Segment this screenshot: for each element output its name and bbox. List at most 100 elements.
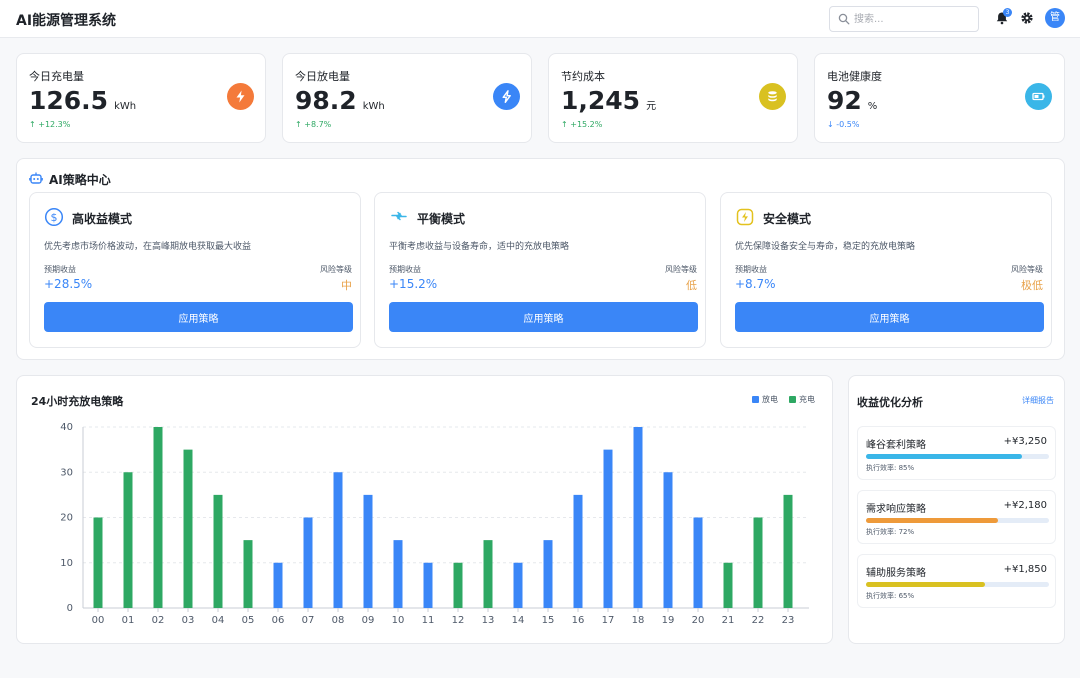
efficiency-bar	[866, 582, 985, 587]
dollar-icon: $	[44, 207, 64, 227]
strategy-desc: 优先考虑市场价格波动，在高峰期放电获取最大收益	[44, 242, 252, 252]
bar	[543, 540, 553, 608]
risk-value: 低	[686, 279, 697, 292]
y-tick-label: 30	[60, 467, 73, 478]
revenue-item-amount: +¥1,850	[1003, 564, 1047, 575]
bar	[423, 562, 433, 608]
bar	[213, 494, 223, 608]
strategy-card-balanced: 平衡模式 平衡考虑收益与设备寿命，适中的充放电策略 预期收益 风险等级 +15.…	[374, 192, 706, 348]
x-tick-label: 04	[212, 615, 225, 626]
x-tick-label: 23	[782, 615, 795, 626]
apply-strategy-button[interactable]: 应用策略	[735, 302, 1044, 332]
stat-card-charge: 今日充电量 126.5 kWh ↑ +12.3%	[16, 53, 266, 143]
x-tick-label: 22	[752, 615, 765, 626]
stat-value: 98.2 kWh	[295, 86, 385, 115]
strategy-desc: 平衡考虑收益与设备寿命，适中的充放电策略	[389, 242, 570, 252]
bar	[93, 517, 103, 608]
bar	[783, 494, 793, 608]
income-value: +28.5%	[44, 277, 93, 291]
apply-strategy-button[interactable]: 应用策略	[389, 302, 698, 332]
strategy-card-high-yield: $ 高收益模式 优先考虑市场价格波动，在高峰期放电获取最大收益 预期收益 风险等…	[29, 192, 361, 348]
avatar[interactable]: 管	[1045, 8, 1065, 28]
bar	[513, 562, 523, 608]
efficiency-track	[866, 582, 1049, 587]
stat-card-discharge: 今日放电量 98.2 kWh ↑ +8.7%	[282, 53, 532, 143]
bar	[273, 562, 283, 608]
x-tick-label: 09	[362, 615, 375, 626]
revenue-optimization-panel: 收益优化分析 详细报告 峰谷套利策略 +¥3,250 执行效率: 85% 需求响…	[848, 375, 1065, 644]
bar	[633, 427, 643, 608]
apply-strategy-button[interactable]: 应用策略	[44, 302, 353, 332]
strategy-desc: 优先保障设备安全与寿命，稳定的充放电策略	[735, 242, 916, 252]
efficiency-text: 执行效率: 72%	[866, 528, 915, 536]
bar	[663, 472, 673, 608]
detail-report-link[interactable]: 详细报告	[1022, 395, 1054, 406]
charge-discharge-chart-panel: 24小时充放电策略 放电 充电 0 10 20 30 40 00 01 02 03 04 05 06 0…	[16, 375, 833, 644]
bar	[723, 562, 733, 608]
battery-icon	[1025, 83, 1052, 110]
x-tick-label: 02	[152, 615, 165, 626]
x-tick-label: 15	[542, 615, 555, 626]
x-tick-label: 03	[182, 615, 195, 626]
bar	[303, 517, 313, 608]
x-tick-label: 19	[662, 615, 675, 626]
x-tick-label: 08	[332, 615, 345, 626]
bar	[573, 494, 583, 608]
bar	[693, 517, 703, 608]
stat-value: 126.5 kWh	[29, 86, 137, 115]
efficiency-track	[866, 454, 1049, 459]
x-tick-label: 00	[92, 615, 105, 626]
strategy-title: 高收益模式	[72, 212, 133, 226]
revenue-item-name: 需求响应策略	[866, 504, 926, 515]
bar-chart: 0 10 20 30 40 00 01 02 03 04 05 06 07 08 09 10 11 12 13 14 1…	[60, 422, 809, 626]
shield-bolt-icon	[736, 208, 754, 226]
stat-label: 今日充电量	[29, 70, 84, 83]
income-label: 预期收益	[389, 265, 421, 274]
revenue-item-amount: +¥3,250	[1003, 436, 1047, 447]
x-tick-label: 21	[722, 615, 735, 626]
revenue-title: 收益优化分析	[857, 396, 923, 409]
top-bar: AI能源管理系统 3 管	[0, 0, 1080, 38]
stat-label: 今日放电量	[295, 70, 350, 83]
stat-card-savings: 节约成本 1,245 元 ↑ +15.2%	[548, 53, 798, 143]
bar	[243, 540, 253, 608]
x-tick-label: 06	[272, 615, 285, 626]
ai-center-title: AI策略中心	[49, 173, 111, 187]
notification-badge: 3	[1003, 8, 1012, 17]
x-tick-label: 10	[392, 615, 405, 626]
search-input[interactable]	[854, 11, 972, 28]
x-tick-label: 01	[122, 615, 135, 626]
bar	[753, 517, 763, 608]
x-tick-label: 13	[482, 615, 495, 626]
efficiency-text: 执行效率: 65%	[866, 592, 915, 600]
revenue-item[interactable]: 辅助服务策略 +¥1,850 执行效率: 65%	[857, 554, 1056, 608]
svg-text:$: $	[51, 211, 58, 224]
arrow-up-icon: ↑	[295, 120, 302, 129]
bar	[603, 449, 613, 608]
revenue-item[interactable]: 峰谷套利策略 +¥3,250 执行效率: 85%	[857, 426, 1056, 480]
revenue-item[interactable]: 需求响应策略 +¥2,180 执行效率: 72%	[857, 490, 1056, 544]
income-label: 预期收益	[44, 265, 76, 274]
search-box[interactable]	[829, 6, 979, 32]
bar	[183, 449, 193, 608]
risk-value: 极低	[1021, 279, 1043, 292]
revenue-item-name: 峰谷套利策略	[866, 440, 926, 451]
income-label: 预期收益	[735, 265, 767, 274]
y-tick-label: 0	[67, 603, 73, 614]
stat-label: 节约成本	[561, 70, 605, 83]
revenue-item-name: 辅助服务策略	[866, 568, 926, 579]
x-tick-label: 17	[602, 615, 615, 626]
stat-trend: ↓ -0.5%	[827, 120, 860, 129]
arrows-exchange-icon	[391, 211, 407, 221]
bolt-icon	[227, 83, 254, 110]
stat-trend: ↑ +12.3%	[29, 120, 71, 129]
gear-icon[interactable]	[1020, 11, 1034, 25]
flash-icon	[493, 83, 520, 110]
risk-label: 风险等级	[320, 265, 352, 274]
x-tick-label: 20	[692, 615, 705, 626]
risk-label: 风险等级	[1011, 265, 1043, 274]
income-value: +8.7%	[735, 277, 776, 291]
ai-strategy-panel: AI策略中心 $ 高收益模式 优先考虑市场价格波动，在高峰期放电获取最大收益 预…	[16, 158, 1065, 360]
stat-trend: ↑ +8.7%	[295, 120, 332, 129]
efficiency-bar	[866, 518, 998, 523]
